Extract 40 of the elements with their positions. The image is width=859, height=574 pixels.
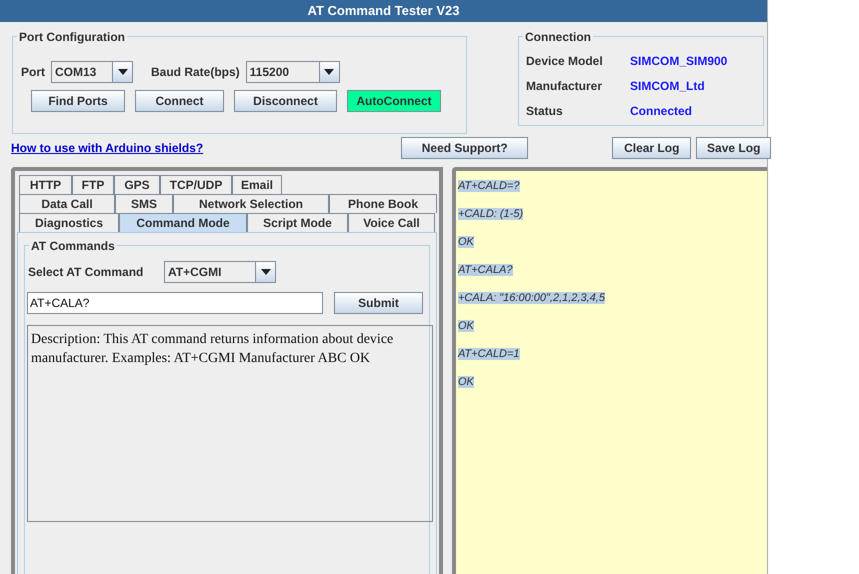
caret-icon [118, 69, 128, 75]
field-value: SIMCOM_SIM900 [630, 52, 728, 70]
button[interactable]: Save Log [696, 137, 772, 159]
tab[interactable]: Command Mode [119, 213, 247, 232]
field-label: Status [526, 102, 564, 120]
caret-icon [260, 269, 270, 275]
field-value: SIMCOM_Ltd [630, 78, 705, 94]
tab[interactable]: SMS [115, 194, 173, 213]
tab[interactable]: Diagnostics [19, 213, 119, 232]
caret-icon [324, 69, 334, 75]
button[interactable]: Clear Log [612, 137, 692, 159]
button[interactable]: Submit [334, 292, 423, 314]
field-label: Manufacturer [526, 78, 604, 94]
field-label: Device Model [526, 52, 604, 70]
tab[interactable]: Phone Book [329, 194, 437, 213]
command-input[interactable]: AT+CALA? [27, 292, 323, 314]
port-dropdown[interactable]: COM13 [51, 61, 133, 83]
button[interactable]: Find Ports [31, 90, 125, 112]
baud-rate-dropdown[interactable]: 115200 [246, 61, 340, 83]
tab[interactable]: Voice Call [348, 213, 435, 232]
tab[interactable]: HTTP [19, 175, 72, 194]
tab[interactable]: Script Mode [247, 213, 348, 232]
tab[interactable]: GPS [114, 175, 160, 194]
command-dropdown[interactable]: AT+CGMI [164, 261, 276, 283]
tab[interactable]: Email [232, 175, 282, 194]
button[interactable]: AutoConnect [347, 90, 441, 112]
button[interactable]: Disconnect [234, 90, 337, 112]
help-link[interactable]: How to use with Arduino shields? [11, 139, 204, 157]
baud-rate-label: Baud Rate(bps) [151, 64, 240, 81]
description-text: Description: This AT command returns information about device manufacturer. Examples: AT+CGMI Manufacturer ABC OK [31, 331, 394, 368]
field-value: Connected [630, 102, 692, 120]
select-command-label: Select AT Command [28, 264, 144, 281]
tab[interactable]: TCP/UDP [160, 175, 232, 194]
button[interactable]: Connect [135, 90, 224, 112]
port-label: Port [21, 64, 45, 81]
tab[interactable]: Network Selection [173, 194, 329, 213]
tab[interactable]: FTP [72, 175, 114, 194]
button[interactable]: Need Support? [401, 137, 528, 159]
window-title: AT Command Tester V23 [308, 2, 460, 20]
tab[interactable]: Data Call [19, 194, 115, 213]
